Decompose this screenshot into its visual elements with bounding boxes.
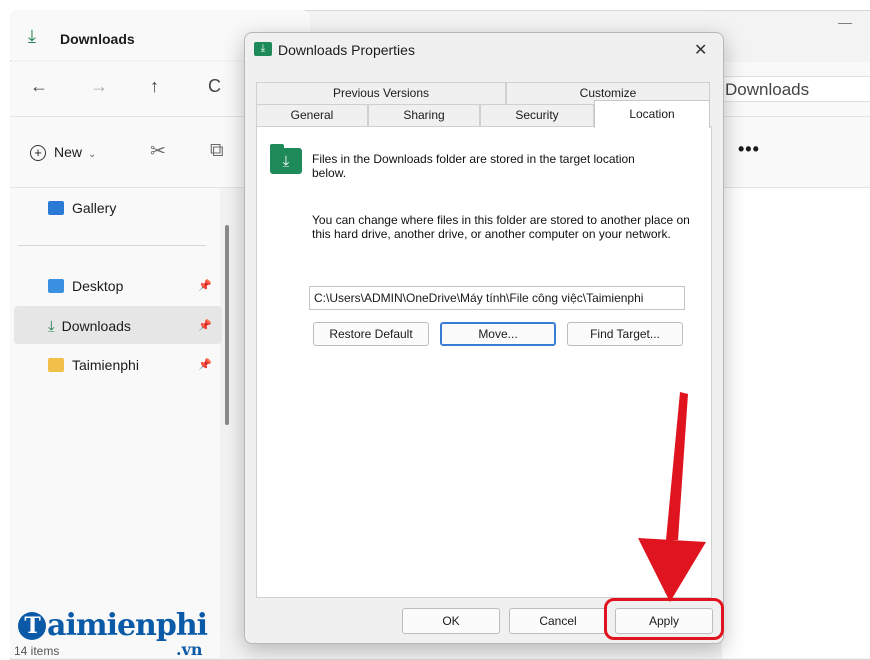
restore-default-button[interactable]: Restore Default [313, 322, 429, 346]
cancel-button[interactable]: Cancel [509, 608, 607, 634]
sidebar-item-gallery[interactable]: Gallery [48, 198, 116, 218]
download-icon: ⤓ [48, 318, 55, 335]
cut-icon[interactable]: ✂ [150, 140, 166, 163]
tab-sharing[interactable]: Sharing [368, 104, 480, 126]
refresh-icon[interactable]: C [208, 76, 221, 97]
pin-icon[interactable]: 📌 [198, 319, 212, 332]
watermark-logo: Taimienphi [18, 608, 208, 643]
dialog-title: Downloads Properties [278, 42, 415, 58]
back-arrow-icon[interactable]: ← [30, 76, 48, 97]
plus-circle-icon: + [30, 145, 46, 161]
tab-general[interactable]: General [256, 104, 368, 126]
info-text: Files in the Downloads folder are stored… [312, 152, 635, 180]
pin-icon[interactable]: 📌 [198, 358, 212, 371]
new-button[interactable]: + New ⌄ [30, 144, 96, 161]
pin-icon[interactable]: 📌 [198, 279, 212, 292]
tab-location[interactable]: Location [594, 100, 710, 128]
arrow-shaft [666, 392, 688, 540]
logo-suffix: .vn [176, 640, 203, 659]
target-path-field[interactable]: C:\Users\ADMIN\OneDrive\Máy tính\File cô… [309, 286, 685, 310]
folder-icon [48, 358, 64, 372]
tab-security[interactable]: Security [480, 104, 594, 126]
arrow-head [638, 538, 706, 602]
sidebar-item-downloads[interactable]: ⤓ Downloads [48, 316, 131, 336]
copy-icon[interactable]: ⧉ [210, 140, 224, 162]
navigation-pane [10, 188, 220, 658]
sidebar-item-label: Taimienphi [72, 357, 139, 373]
logo-text: aimienphi [47, 608, 208, 643]
sidebar-item-label: Gallery [72, 200, 117, 216]
file-list-area [722, 188, 870, 658]
gallery-icon [48, 201, 64, 215]
up-arrow-icon[interactable]: ↑ [150, 76, 159, 97]
more-icon[interactable]: ••• [738, 139, 760, 160]
ok-button[interactable]: OK [402, 608, 500, 634]
new-label: New [54, 144, 83, 160]
description-text: You can change where files in this folde… [312, 213, 690, 241]
apply-highlight-box [604, 598, 724, 640]
move-button[interactable]: Move... [440, 322, 556, 346]
chevron-down-icon: ⌄ [88, 149, 97, 160]
sidebar-item-label: Desktop [72, 278, 124, 294]
sidebar-scrollbar[interactable] [225, 225, 229, 425]
status-item-count: 14 items [14, 644, 60, 658]
close-icon[interactable]: ✕ [694, 40, 707, 60]
tab-previous-versions[interactable]: Previous Versions [256, 82, 506, 104]
red-arrow-annotation [638, 392, 706, 602]
address-bar[interactable]: Downloads [720, 76, 870, 102]
downloads-folder-icon: ⤓ [270, 148, 302, 174]
download-icon: ⤓ [28, 26, 36, 46]
forward-arrow-icon[interactable]: → [90, 76, 108, 97]
tab-title: Downloads [60, 31, 135, 47]
minimize-icon[interactable]: — [838, 14, 852, 30]
folder-icon: ⤓ [254, 42, 272, 56]
sidebar-item-label: Downloads [61, 318, 131, 334]
sidebar-item-taimienphi[interactable]: Taimienphi [48, 355, 139, 375]
logo-initial: T [18, 612, 46, 640]
find-target-button[interactable]: Find Target... [567, 322, 683, 346]
sidebar-item-desktop[interactable]: Desktop [48, 276, 123, 296]
sidebar-divider [18, 245, 206, 246]
desktop-icon [48, 279, 64, 293]
